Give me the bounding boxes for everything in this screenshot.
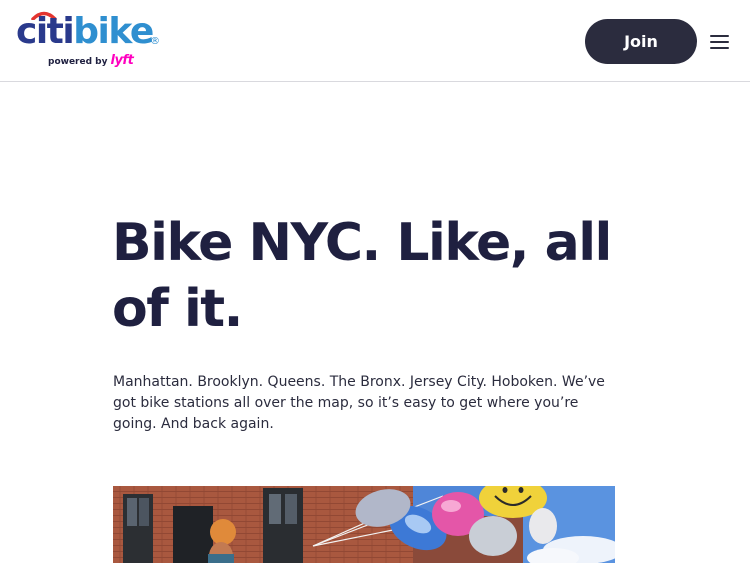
join-button[interactable]: Join (585, 19, 697, 64)
powered-by-lyft: powered by lyft (48, 53, 134, 68)
citibike-logo[interactable]: citibike ® powered by lyft (16, 10, 166, 72)
logo-bike-text: bike (73, 11, 154, 52)
logo-wordmark: citibike (16, 11, 154, 52)
site-header: citibike ® powered by lyft Join (0, 0, 750, 82)
powered-by-text: powered by (48, 57, 108, 67)
registered-mark: ® (150, 36, 160, 47)
hero-photo-image (113, 486, 615, 563)
hamburger-menu-icon[interactable] (710, 34, 730, 50)
hero-description: Manhattan. Brooklyn. Queens. The Bronx. … (113, 374, 605, 432)
logo-citi-text: citi (16, 11, 75, 52)
lyft-logo-text: lyft (110, 53, 134, 68)
hero-title: Bike NYC. Like, all of it. (112, 213, 612, 339)
